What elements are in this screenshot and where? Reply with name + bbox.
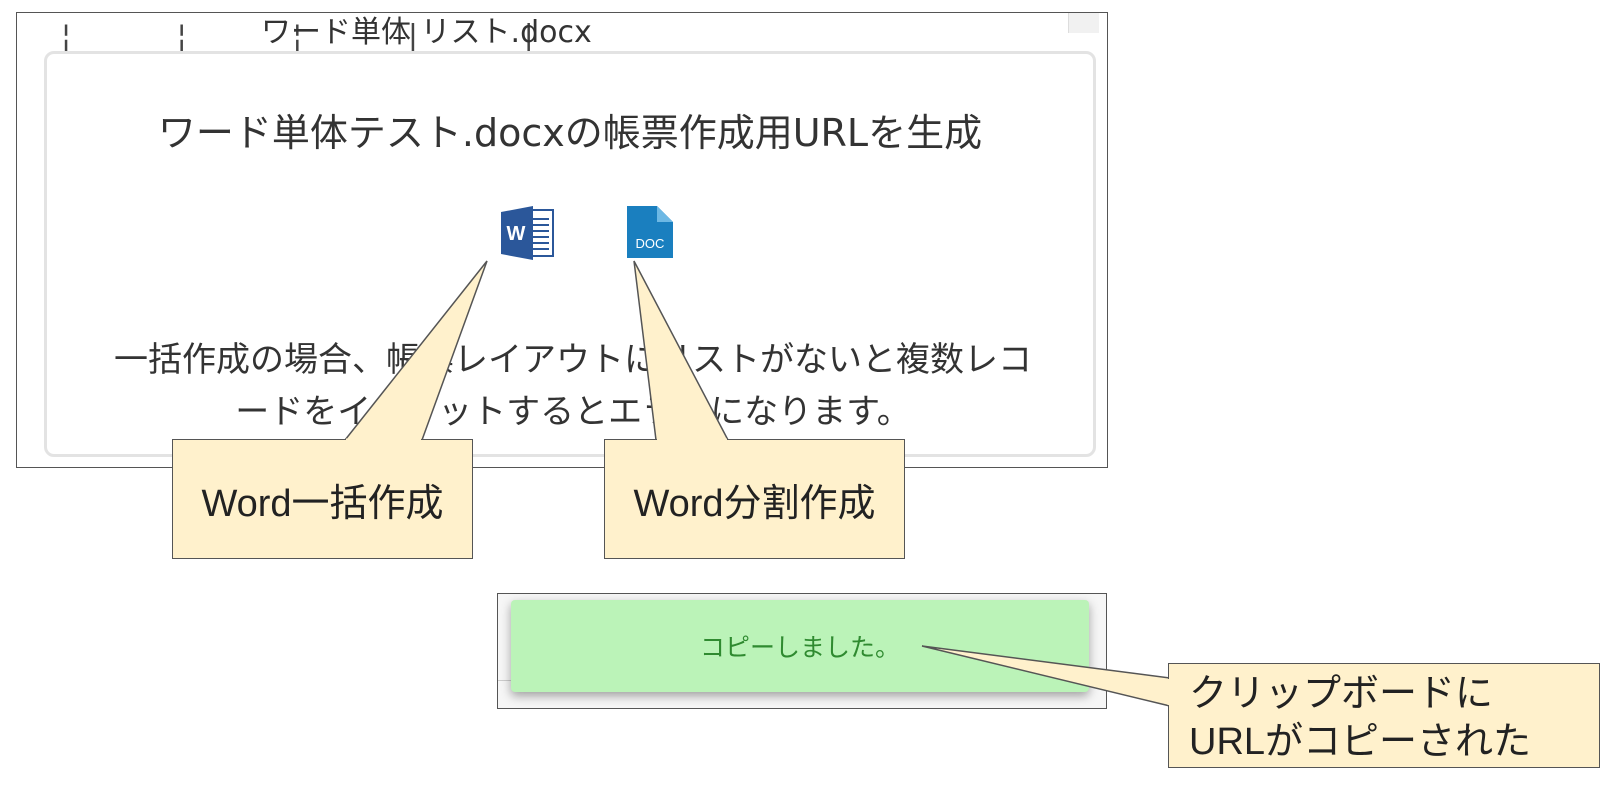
dialog-screenshot: ¦ ¦ ¦ | | ワード単体 リスト.docx ワード単体テスト.docxの帳… — [16, 12, 1108, 468]
dialog-message-line1: 一括作成の場合、帳票レイアウトにリストがないと複数レコ — [114, 340, 1032, 380]
dialog-message: 一括作成の場合、帳票レイアウトにリストがないと複数レコ ードをインプットするとエ… — [53, 334, 1093, 438]
callout-word-split: Word分割作成 — [604, 439, 905, 559]
dialog-message-line2: ードをインプットするとエラーになります。 — [235, 392, 911, 432]
copied-toast: コピーしました。 — [511, 600, 1089, 692]
callout-clipboard: クリップボードに URLがコピーされた — [1168, 663, 1600, 768]
word-icon: W — [501, 206, 554, 260]
word-bulk-create-button[interactable]: W — [499, 204, 555, 260]
doc-file-icon: DOC — [627, 206, 673, 258]
callout-word-bulk: Word一括作成 — [172, 439, 473, 559]
background-filename: ワード単体 リスト.docx — [261, 15, 592, 50]
toast-screenshot: コピーしました。 — [497, 593, 1107, 709]
dialog-title: ワード単体テスト.docxの帳票作成用URLを生成 — [157, 111, 983, 155]
callout-clipboard-line2: URLがコピーされた — [1189, 721, 1532, 763]
callout-clipboard-line1: クリップボードに — [1189, 673, 1494, 715]
word-icon-letter: W — [507, 223, 526, 245]
background-scrollbar[interactable] — [1068, 13, 1099, 33]
generate-url-dialog: ワード単体テスト.docxの帳票作成用URLを生成 W DOC 一括作成の場合、… — [44, 51, 1096, 457]
doc-icon-label: DOC — [636, 236, 665, 251]
word-split-create-button[interactable]: DOC — [621, 204, 677, 260]
